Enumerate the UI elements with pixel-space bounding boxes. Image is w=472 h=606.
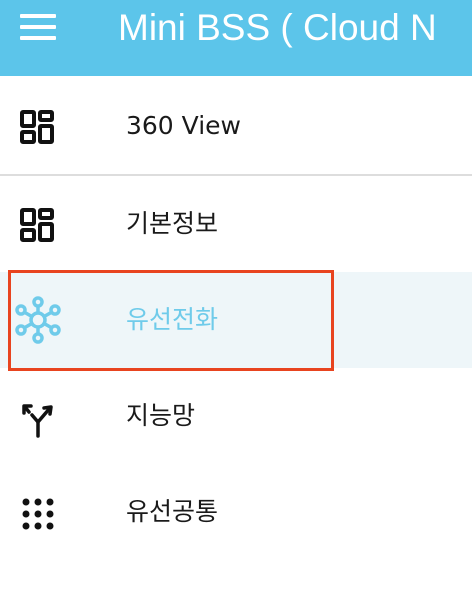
nav-item-label: 유선공통	[126, 497, 219, 526]
nav-item-label: 기본정보	[126, 209, 219, 238]
nav-item-wired-common[interactable]: 유선공통	[0, 464, 472, 560]
dashboard-grid-icon	[18, 108, 58, 148]
nav-item-label: 360 View	[126, 111, 241, 140]
nav-item-label: 유선전화	[126, 305, 219, 334]
dot-grid-icon	[18, 494, 58, 534]
app-root: Mini BSS ( Cloud N 360 View 기본정보 유선전화 지능…	[0, 0, 472, 606]
nav-item-wired-phone[interactable]: 유선전화	[0, 272, 472, 368]
nav-item-360-view[interactable]: 360 View	[0, 78, 472, 174]
dashboard-grid-icon	[18, 206, 58, 246]
split-arrows-icon	[18, 398, 58, 438]
nav-item-intelligent-network[interactable]: 지능망	[0, 368, 472, 464]
network-hub-icon	[14, 296, 62, 344]
app-bar: Mini BSS ( Cloud N	[0, 0, 472, 76]
nav-item-basic-info[interactable]: 기본정보	[0, 176, 472, 272]
app-title: Mini BSS ( Cloud N	[118, 7, 437, 48]
hamburger-menu-icon[interactable]	[20, 12, 58, 42]
nav-item-label: 지능망	[126, 401, 196, 430]
